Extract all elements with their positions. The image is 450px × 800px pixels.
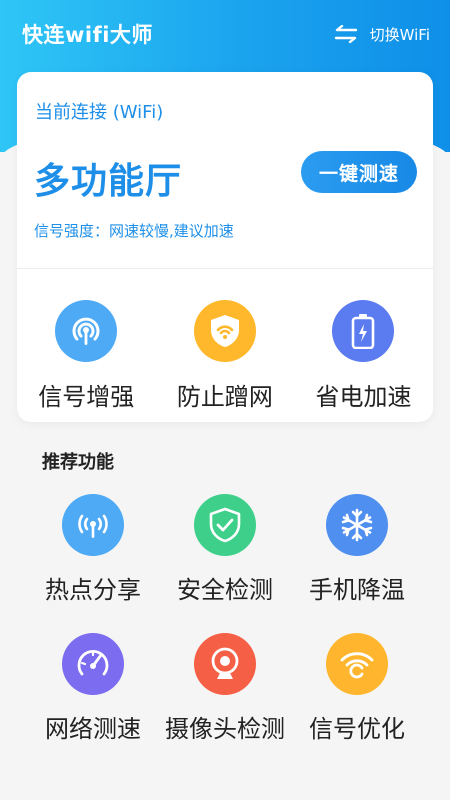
card-features: 信号增强 防止蹭网 省电加速 bbox=[17, 300, 433, 412]
feature-network-speed-test[interactable]: 网络测速 bbox=[27, 633, 159, 744]
app-title: 快连wifi大师 bbox=[22, 23, 153, 47]
feature-label: 网络测速 bbox=[45, 715, 141, 743]
feature-signal-boost[interactable]: 信号增强 bbox=[17, 300, 156, 412]
card-divider bbox=[17, 268, 433, 269]
feature-camera-detection[interactable]: 摄像头检测 bbox=[159, 633, 291, 744]
shield-check-icon bbox=[194, 494, 256, 556]
wifi-optimize-icon bbox=[326, 633, 388, 695]
recommended-row-1: 热点分享 安全检测 手机降温 bbox=[27, 494, 423, 605]
wifi-ssid: 多功能厅 bbox=[34, 161, 183, 202]
hotspot-icon bbox=[62, 494, 124, 556]
connection-card: 当前连接 (WiFi) 多功能厅 一键测速 信号强度：网速较慢,建议加速 信号增… bbox=[17, 72, 433, 422]
feature-label: 信号增强 bbox=[38, 383, 135, 411]
feature-label: 省电加速 bbox=[315, 383, 412, 411]
feature-power-saving[interactable]: 省电加速 bbox=[294, 300, 433, 412]
feature-security-check[interactable]: 安全检测 bbox=[159, 494, 291, 605]
feature-anti-leech[interactable]: 防止蹭网 bbox=[156, 300, 295, 412]
feature-label: 手机降温 bbox=[309, 576, 405, 604]
camera-icon bbox=[194, 633, 256, 695]
signal-strength-text: 信号强度：网速较慢,建议加速 bbox=[34, 222, 234, 240]
feature-label: 防止蹭网 bbox=[176, 383, 273, 411]
battery-icon bbox=[332, 300, 395, 362]
feature-label: 安全检测 bbox=[177, 576, 273, 604]
switch-wifi-label: 切换WiFi bbox=[369, 25, 430, 44]
current-connection-label: 当前连接 (WiFi) bbox=[35, 102, 164, 123]
feature-label: 热点分享 bbox=[45, 576, 141, 604]
feature-signal-optimize[interactable]: 信号优化 bbox=[291, 633, 423, 744]
feature-label: 信号优化 bbox=[309, 715, 405, 743]
speedometer-icon bbox=[62, 633, 124, 695]
recommended-row-2: 网络测速 摄像头检测 信号优化 bbox=[27, 633, 423, 744]
top-bar: 快连wifi大师 切换WiFi bbox=[0, 0, 450, 68]
feature-hotspot-share[interactable]: 热点分享 bbox=[27, 494, 159, 605]
switch-wifi-button[interactable]: 切换WiFi bbox=[334, 24, 430, 45]
snowflake-icon bbox=[326, 494, 388, 556]
switch-arrows-icon bbox=[334, 25, 357, 43]
speed-test-button[interactable]: 一键测速 bbox=[301, 151, 417, 193]
signal-boost-icon bbox=[55, 300, 118, 362]
feature-phone-cooling[interactable]: 手机降温 bbox=[291, 494, 423, 605]
feature-label: 摄像头检测 bbox=[165, 715, 285, 743]
shield-wifi-icon bbox=[193, 300, 256, 362]
recommended-section-title: 推荐功能 bbox=[42, 452, 114, 473]
